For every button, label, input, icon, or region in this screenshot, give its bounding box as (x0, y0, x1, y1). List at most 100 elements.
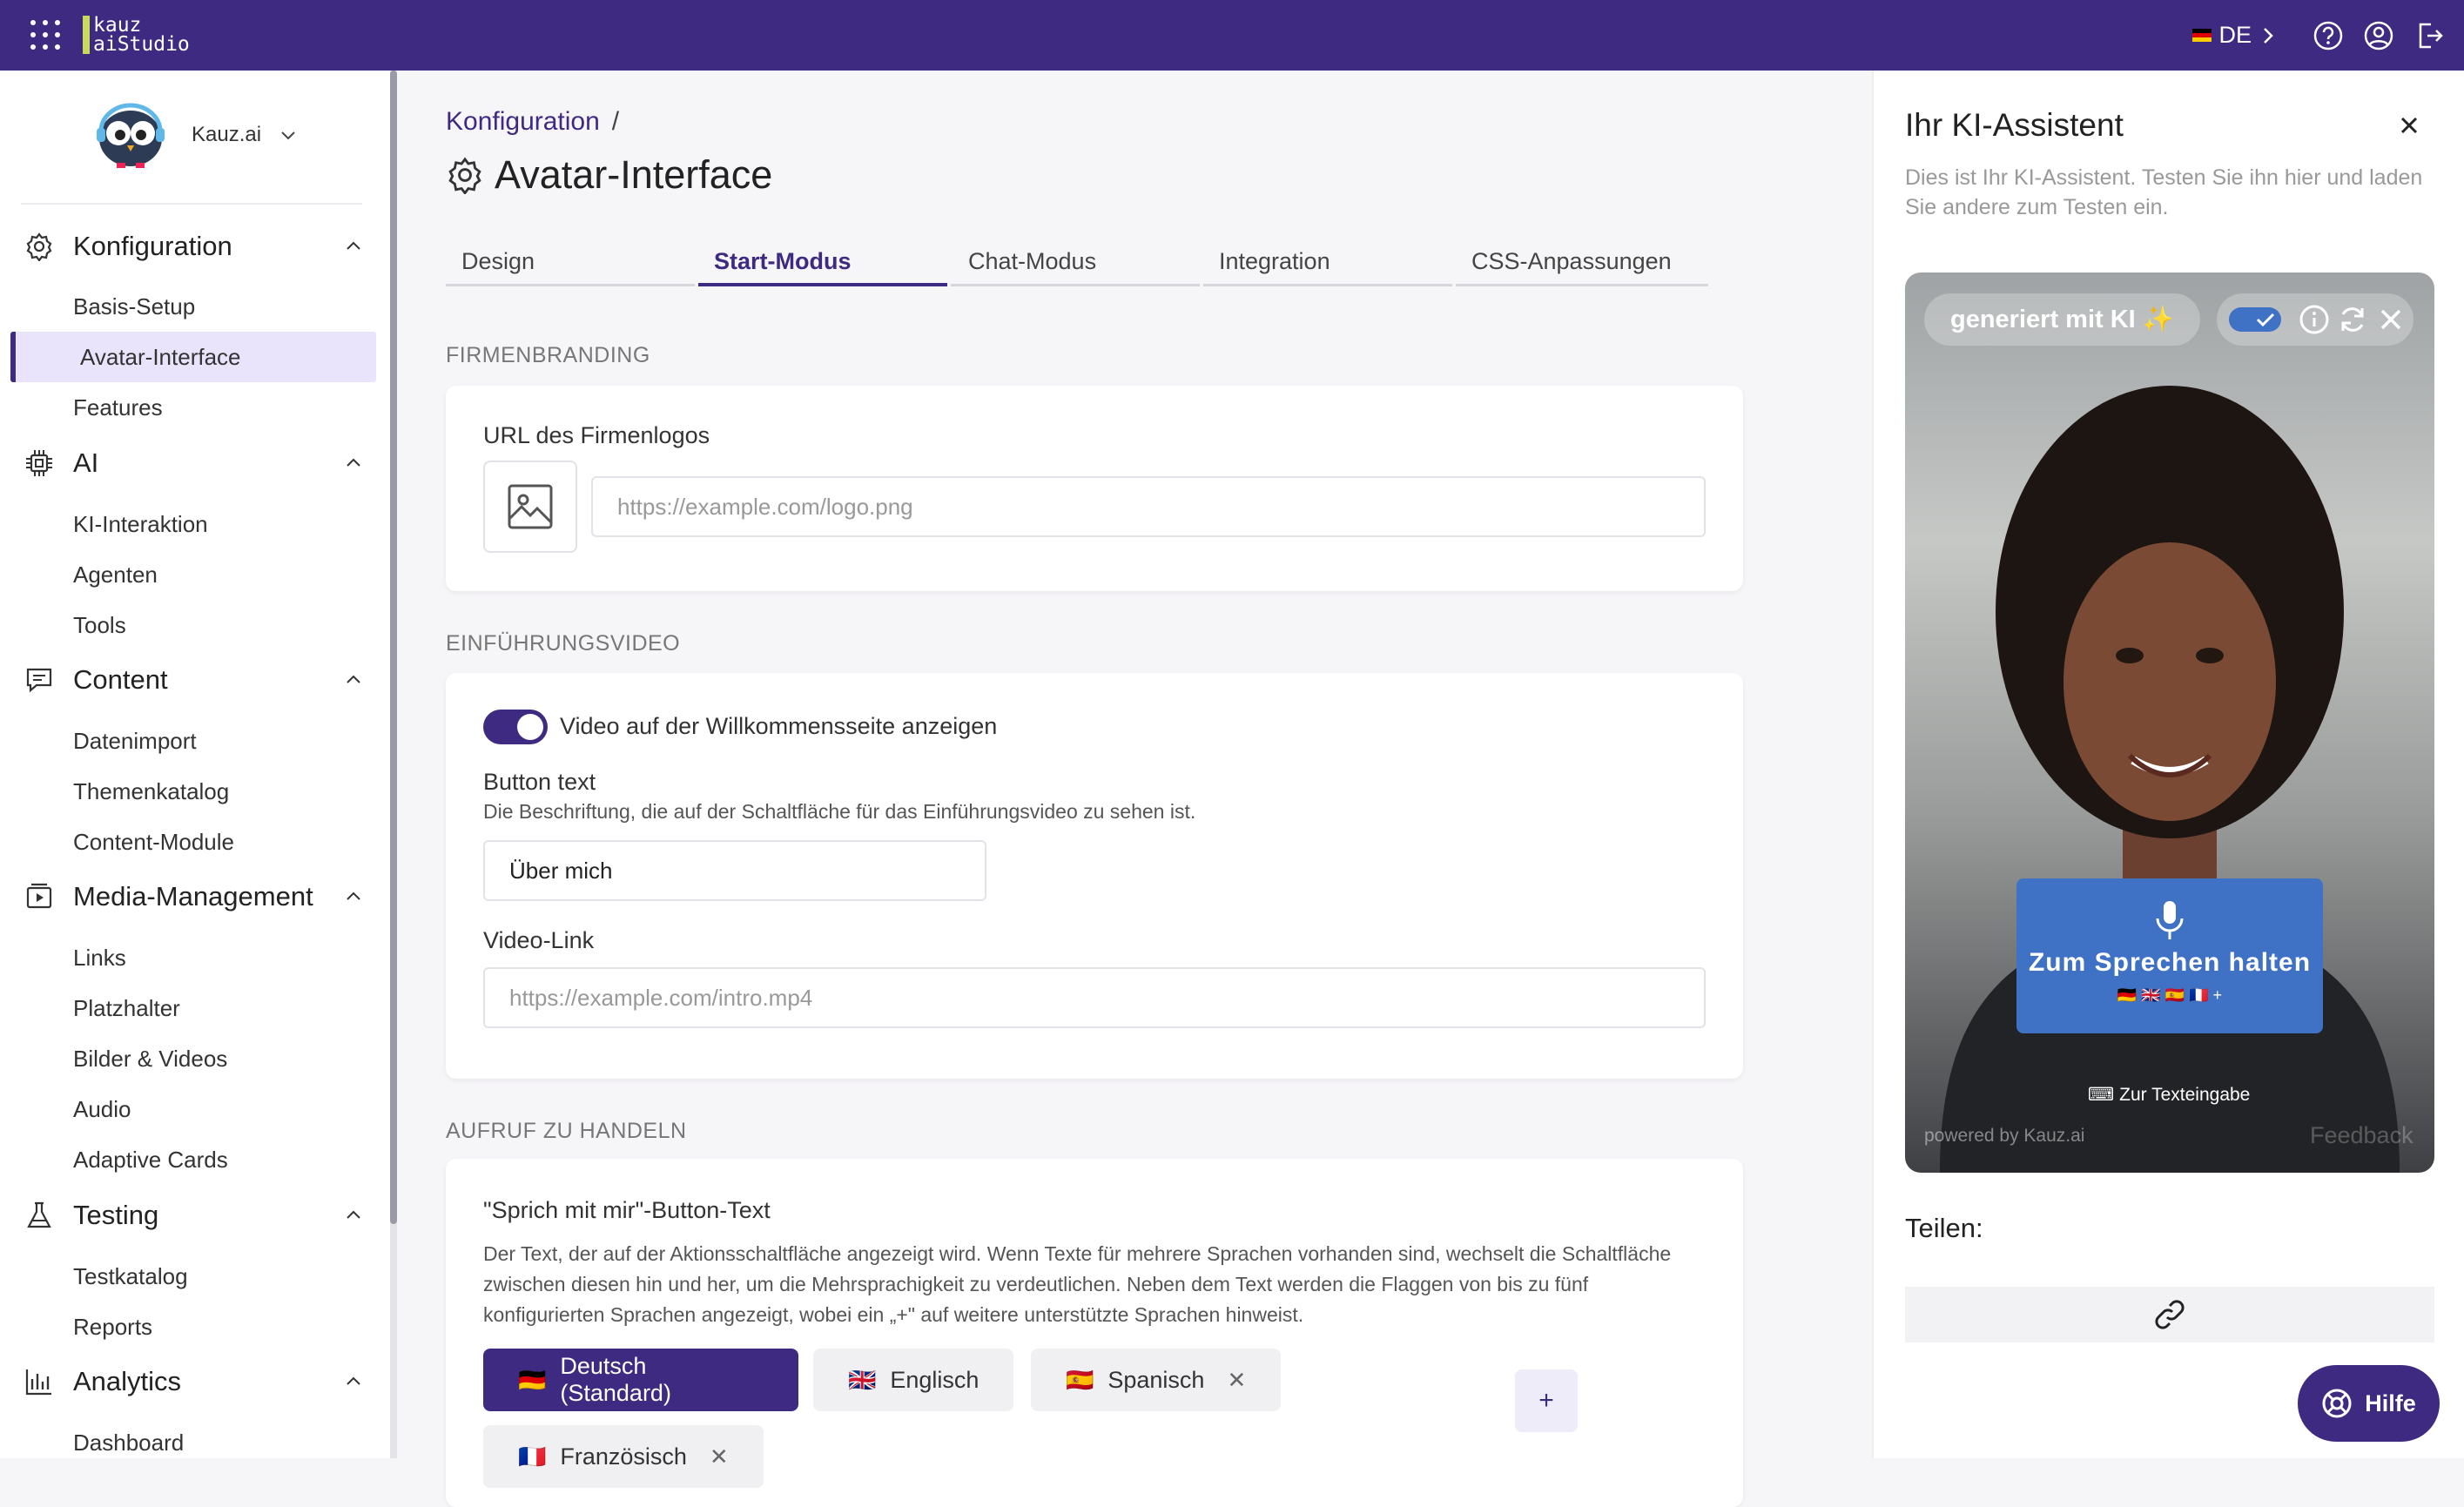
sidebar-divider (21, 203, 362, 205)
sidebar-item-dashboard[interactable]: Dashboard (73, 1430, 184, 1457)
powered-by: powered by Kauz.ai (1924, 1126, 2085, 1146)
lang-button-englisch[interactable]: 🇬🇧 Englisch (813, 1349, 1014, 1411)
page-title-text: Avatar-Interface (495, 152, 773, 197)
sidebar-item-avatar-interface[interactable]: Avatar-Interface (80, 344, 241, 371)
sidebar-item-links[interactable]: Links (73, 945, 126, 972)
sidebar-item-adaptive-cards[interactable]: Adaptive Cards (73, 1147, 228, 1174)
chevron-right-icon (2264, 27, 2273, 44)
app-grid-icon[interactable] (28, 17, 63, 52)
tab-css-anpassungen[interactable]: CSS-Anpassungen (1456, 248, 1708, 286)
video-toggle[interactable] (483, 710, 548, 744)
sidebar-item-tools[interactable]: Tools (73, 612, 126, 639)
button-text-value: Über mich (509, 857, 613, 884)
sidebar-item-platzhalter[interactable]: Platzhalter (73, 995, 180, 1022)
nav-section-title: Analytics (73, 1366, 182, 1396)
close-video-icon[interactable] (2377, 306, 2405, 333)
logo-line1: kauz (93, 14, 142, 37)
flask-icon (27, 1201, 51, 1228)
push-to-talk-button[interactable]: Zum Sprechen halten 🇩🇪 🇬🇧 🇪🇸 🇫🇷 + (2016, 878, 2323, 1033)
nav-section-media-management[interactable]: Media-Management (24, 881, 364, 912)
branding-card: URL des Firmenlogos https://example.com/… (446, 386, 1743, 591)
video-link-placeholder: https://example.com/intro.mp4 (509, 984, 813, 1011)
logo-line2: aiStudio (93, 33, 190, 56)
sidebar-item-bilder-videos[interactable]: Bilder & Videos (73, 1046, 227, 1073)
text-input-link[interactable]: ⌨ Zur Texteingabe (2088, 1084, 2250, 1106)
nav-section-analytics[interactable]: Analytics (24, 1366, 364, 1397)
section-label-einfuehrungsvideo: EINFÜHRUNGSVIDEO (446, 631, 681, 656)
page-title: Avatar-Interface (446, 152, 772, 198)
share-link-button[interactable] (1905, 1287, 2434, 1342)
chevron-down-icon (281, 131, 295, 140)
tab-start-modus[interactable]: Start-Modus (698, 248, 947, 286)
german-flag-icon (2192, 29, 2212, 42)
remove-language-icon[interactable]: ✕ (1227, 1367, 1246, 1394)
help-button-label: Hilfe (2365, 1389, 2416, 1416)
chevron-up-icon (347, 241, 360, 250)
nav-section-content[interactable]: Content (24, 664, 364, 696)
button-text-input[interactable]: Über mich (483, 840, 986, 901)
breadcrumb: Konfiguration / (446, 107, 619, 137)
avatar-video[interactable]: generiert mit KI ✨ Zum Sprechen halten 🇩… (1905, 272, 2434, 1173)
lang-button-spanisch[interactable]: 🇪🇸 Spanisch ✕ (1031, 1349, 1282, 1411)
nav-section-testing[interactable]: Testing (24, 1200, 364, 1231)
sidebar-item-datenimport[interactable]: Datenimport (73, 728, 197, 755)
sidebar-item-features[interactable]: Features (73, 394, 163, 421)
breadcrumb-separator: / (611, 107, 620, 136)
sidebar-scrollbar-thumb[interactable] (390, 71, 397, 1224)
nav-section-ai[interactable]: AI (24, 447, 364, 479)
feedback-link[interactable]: Feedback (2310, 1122, 2414, 1149)
info-icon[interactable] (2299, 304, 2330, 335)
refresh-icon[interactable] (2337, 304, 2368, 335)
sidebar-item-reports[interactable]: Reports (73, 1314, 152, 1341)
cta-label: "Sprich mit mir"-Button-Text (483, 1197, 771, 1223)
kauz-logo[interactable]: kauz aiStudio (83, 12, 190, 57)
breadcrumb-link[interactable]: Konfiguration (446, 107, 600, 136)
video-link-input[interactable]: https://example.com/intro.mp4 (483, 967, 1706, 1028)
lifebuoy-icon (2322, 1389, 2352, 1418)
help-button[interactable]: Hilfe (2298, 1365, 2440, 1442)
sidebar-item-agenten[interactable]: Agenten (73, 562, 158, 589)
nav-section-konfiguration[interactable]: Konfiguration (24, 231, 364, 262)
help-icon[interactable] (2313, 20, 2344, 51)
assistant-title: Ihr KI-Assistent (1905, 107, 2124, 143)
user-account-icon[interactable] (2363, 20, 2394, 51)
sidebar-item-themenkatalog[interactable]: Themenkatalog (73, 778, 229, 805)
bar-chart-icon (25, 1369, 51, 1396)
flag-gb-icon: 🇬🇧 (848, 1366, 877, 1393)
sidebar-item-ki-interaktion[interactable]: KI-Interaktion (73, 511, 208, 538)
cta-card: "Sprich mit mir"-Button-Text Der Text, d… (446, 1159, 1743, 1507)
sidebar-item-testkatalog[interactable]: Testkatalog (73, 1263, 188, 1290)
section-label-aufruf: AUFRUF ZU HANDELN (446, 1119, 687, 1143)
video-link-label: Video-Link (483, 927, 595, 953)
button-text-label: Button text (483, 769, 596, 795)
tab-design[interactable]: Design (446, 248, 695, 286)
close-icon[interactable] (2396, 112, 2422, 138)
chevron-up-icon (347, 891, 360, 900)
logo-url-placeholder: https://example.com/logo.png (617, 493, 913, 520)
assistant-description: Dies ist Ihr KI-Assistent. Testen Sie ih… (1905, 165, 2423, 219)
link-icon (2155, 1300, 2185, 1329)
avatar-person-image (1940, 386, 2400, 1173)
tab-integration[interactable]: Integration (1203, 248, 1452, 286)
sidebar-item-content-module[interactable]: Content-Module (73, 829, 234, 856)
top-bar: kauz aiStudio DE (0, 0, 2464, 71)
sidebar-item-audio[interactable]: Audio (73, 1096, 131, 1123)
logout-icon[interactable] (2414, 20, 2445, 51)
remove-language-icon[interactable]: ✕ (710, 1443, 729, 1470)
microphone-icon (2156, 901, 2184, 939)
tab-chat-modus[interactable]: Chat-Modus (951, 248, 1200, 286)
sidebar: Kauz.ai Konfiguration Basis-Setup Avatar… (0, 71, 390, 1458)
lang-button-franzoesisch[interactable]: 🇫🇷 Französisch ✕ (483, 1425, 764, 1488)
section-label-firmenbranding: FIRMENBRANDING (446, 343, 650, 367)
add-language-button[interactable]: + (1515, 1369, 1578, 1432)
video-controls (2217, 293, 2414, 346)
org-selector[interactable]: Kauz.ai (94, 100, 298, 170)
logo-preview[interactable] (483, 461, 577, 553)
sidebar-item-basis-setup[interactable]: Basis-Setup (73, 293, 195, 320)
logo-url-input[interactable]: https://example.com/logo.png (591, 476, 1706, 537)
language-switcher[interactable]: DE (2192, 22, 2278, 49)
intro-video-card: Video auf der Willkommensseite anzeigen … (446, 673, 1743, 1079)
lang-button-deutsch[interactable]: 🇩🇪 Deutsch (Standard) (483, 1349, 798, 1411)
chip-icon (26, 450, 52, 476)
main-content: Konfiguration / Avatar-Interface Design S… (397, 71, 1872, 1507)
